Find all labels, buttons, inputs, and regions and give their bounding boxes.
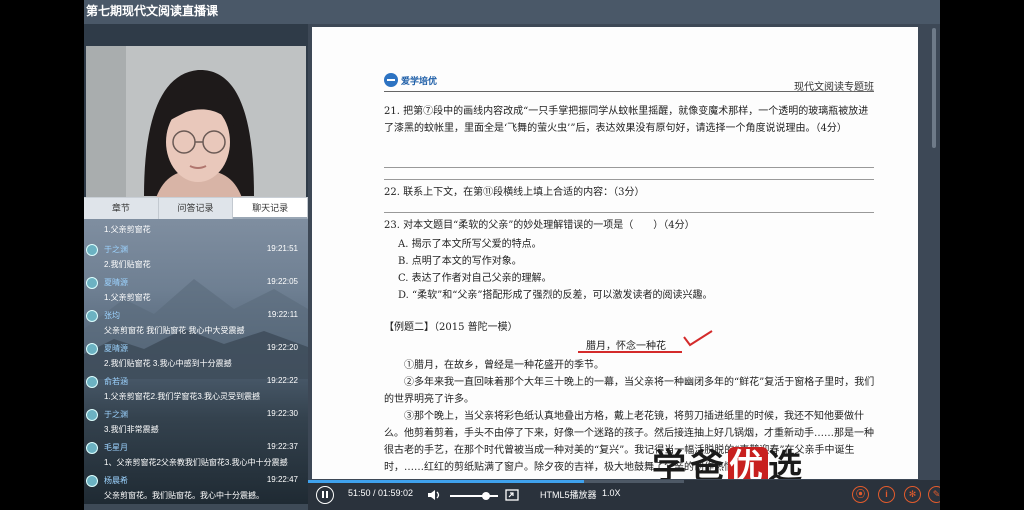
chat-message: 夏晴源 19:22:20 2.我们贴窗花 3.我心中感到十分震撼 (84, 342, 308, 374)
chat-time: 19:22:11 (267, 310, 298, 319)
chat-user-name: 于之渊 (104, 245, 128, 254)
live-class-app: 第七期现代文阅读直播课 章节 问答记录 聊天记录 1.父亲剪窗花 于之渊 19:… (84, 0, 940, 510)
document-page: 爱学培优 现代文阅读专题班 21. 把第⑦段中的画线内容改成“一只手掌把振同学从… (312, 27, 918, 479)
chat-user-name: 夏晴源 (104, 278, 128, 287)
pause-button[interactable] (316, 486, 334, 504)
chat-tabs: 章节 问答记录 聊天记录 (84, 197, 309, 219)
chat-user-name: 杨晨希 (104, 476, 128, 485)
volume-icon[interactable] (426, 487, 442, 503)
time-display: 51:50 / 01:59:02 (348, 488, 414, 498)
chat-message-text: 1、父亲剪窗花2父亲教我们贴窗花3.我心中十分震撼 (104, 458, 288, 467)
chat-user-name: 张均 (104, 311, 120, 320)
chat-user-name: 于之渊 (104, 410, 128, 419)
volume-slider[interactable] (450, 495, 498, 497)
example-title: 【例题二】（2015 普陀一模） (384, 322, 518, 333)
option-a: A. 揭示了本文所写父爱的特点。 (398, 239, 542, 250)
chat-time: 19:22:05 (266, 277, 298, 286)
article-title: 腊月，怀念一种花 (586, 341, 666, 352)
question-23: 23. 对本文题目“柔软的父亲”的妙处理解错误的一项是（ ）（4分） (384, 220, 695, 231)
logo-icon (384, 73, 398, 87)
avatar (86, 409, 98, 421)
settings-icon[interactable]: ✻ (904, 486, 921, 503)
answer-line (384, 212, 874, 213)
option-c: C. 表达了作者对自己父亲的理解。 (398, 273, 552, 284)
avatar (86, 277, 98, 289)
document-scrollbar[interactable] (932, 28, 936, 148)
pen-icon[interactable]: ✎ (928, 486, 940, 503)
chat-message-text: 父亲剪窗花。我们贴窗花。我心中十分震撼。 (104, 491, 264, 500)
chat-message-text: 1.父亲剪窗花 (104, 225, 151, 234)
paragraph-2: ②多年来我一直回味着那个大年三十晚上的一幕，当父亲将一种幽闭多年的“鲜花”复活于… (384, 377, 875, 405)
option-b: B. 点明了本文的写作对象。 (398, 256, 522, 267)
chat-time: 19:22:22 (266, 376, 298, 385)
chat-message: 夏晴源 19:22:05 1.父亲剪窗花 (84, 276, 308, 308)
progress-fill (308, 480, 584, 483)
annotation-check-icon (683, 330, 713, 347)
tab-qa-records[interactable]: 问答记录 (159, 198, 234, 219)
chat-time: 19:22:20 (266, 343, 298, 352)
watermark-text-left: 学爸 (652, 447, 728, 479)
picture-in-picture-icon[interactable] (504, 487, 520, 503)
volume-knob[interactable] (482, 492, 490, 500)
avatar (86, 310, 98, 322)
chat-time: 19:22:47 (266, 475, 298, 484)
tab-chat-records[interactable]: 聊天记录 (233, 198, 309, 219)
annotation-underline (578, 351, 682, 353)
document-viewer[interactable]: 爱学培优 现代文阅读专题班 21. 把第⑦段中的画线内容改成“一只手掌把振同学从… (308, 24, 940, 480)
chat-message: 于之渊 19:22:30 3.我们非常震撼 (84, 408, 308, 440)
avatar (86, 244, 98, 256)
chat-time: 19:22:30 (266, 409, 298, 418)
logo-text: 爱学培优 (401, 76, 438, 87)
chat-message-text: 2.我们贴窗花 (104, 260, 151, 269)
playback-speed[interactable]: 1.0X (602, 488, 621, 498)
watermark-text-right: 选 (768, 447, 806, 479)
window-title: 第七期现代文阅读直播课 (84, 0, 940, 24)
chat-user-name: 毛星月 (104, 443, 128, 452)
answer-line (384, 179, 874, 180)
teacher-video-frame (86, 46, 306, 198)
question-22: 22. 联系上下文，在第⑪段横线上填上合适的内容：（3分） (384, 187, 645, 198)
chat-message-text: 父亲剪窗花 我们贴窗花 我心中大受震撼 (104, 326, 245, 335)
teacher-video (86, 46, 306, 198)
brand-logo: 爱学培优 (384, 73, 437, 87)
chat-user-name: 夏晴源 (104, 344, 128, 353)
chat-message-text: 2.我们贴窗花 3.我心中感到十分震撼 (104, 359, 232, 368)
left-panel: 章节 问答记录 聊天记录 1.父亲剪窗花 于之渊 19:21:51 2.我们贴窗… (84, 24, 309, 504)
chat-message-text: 1.父亲剪窗花 (104, 293, 151, 302)
answer-line (384, 167, 874, 168)
chat-message: 毛星月 19:22:37 1、父亲剪窗花2父亲教我们贴窗花3.我心中十分震撼 (84, 441, 308, 473)
chat-message-text: 3.我们非常震撼 (104, 425, 159, 434)
chat-message: 俞若涵 19:22:22 1.父亲剪窗花2.我们学窗花3.我心灵受到震撼 (84, 375, 308, 407)
chat-user-name: 俞若涵 (104, 377, 128, 386)
chat-message: 于之渊 19:21:51 2.我们贴窗花 (84, 243, 308, 275)
chat-message: 杨晨希 19:22:47 父亲剪窗花。我们贴窗花。我心中十分震撼。 (84, 474, 308, 504)
chat-message: 张均 19:22:11 父亲剪窗花 我们贴窗花 我心中大受震撼 (84, 309, 308, 341)
avatar (86, 343, 98, 355)
chat-message-text: 1.父亲剪窗花2.我们学窗花3.我心灵受到震撼 (104, 392, 261, 401)
info-icon[interactable]: i (878, 486, 895, 503)
tab-chapters[interactable]: 章节 (84, 198, 159, 219)
avatar (86, 442, 98, 454)
player-type-label[interactable]: HTML5播放器 (540, 488, 597, 501)
avatar (86, 475, 98, 487)
right-toolbar: ⦿ i ✻ ✎ (684, 480, 940, 510)
chat-list[interactable]: 1.父亲剪窗花 于之渊 19:21:51 2.我们贴窗花 夏晴源 19:22:0… (84, 219, 308, 504)
chat-time: 19:22:37 (266, 442, 298, 451)
option-d: D. “柔软”和“父亲”搭配形成了强烈的反差，可以激发读者的阅读兴趣。 (398, 290, 713, 301)
header-divider (384, 91, 874, 92)
record-icon[interactable]: ⦿ (852, 486, 869, 503)
question-21: 21. 把第⑦段中的画线内容改成“一只手掌把振同学从蚊帐里摇醒，就像变魔术那样，… (384, 106, 869, 134)
chat-time: 19:21:51 (266, 244, 298, 253)
watermark: 学爸优选 (652, 439, 806, 479)
paragraph-1: ①腊月，在故乡，曾经是一种花盛开的季节。 (404, 360, 604, 371)
watermark-badge: 优 (728, 447, 768, 479)
avatar (86, 376, 98, 388)
